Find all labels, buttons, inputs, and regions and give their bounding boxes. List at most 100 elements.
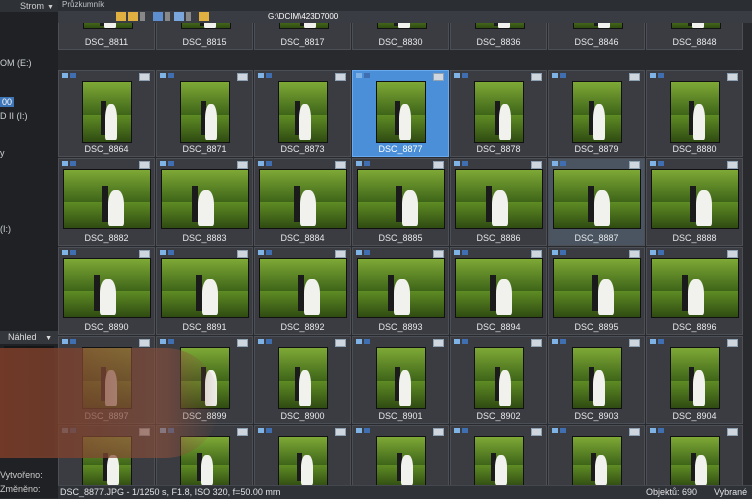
thumbnail-cell[interactable]: DSC_8900: [254, 336, 351, 424]
thumbnail-cell[interactable]: [254, 425, 351, 485]
tree-item[interactable]: 00: [0, 97, 15, 107]
thumbnail-cell[interactable]: [352, 425, 449, 485]
tag-icon[interactable]: [139, 250, 150, 258]
tree-item[interactable]: (I:): [0, 224, 11, 234]
tag-icon[interactable]: [629, 250, 640, 258]
thumbnail-cell[interactable]: DSC_8891: [156, 247, 253, 335]
thumbnail-cell[interactable]: DSC_8830: [352, 23, 449, 50]
thumbnail-cell[interactable]: DSC_8893: [352, 247, 449, 335]
thumbnail-cell[interactable]: DSC_8901: [352, 336, 449, 424]
thumbnail-cell[interactable]: DSC_8890: [58, 247, 155, 335]
thumbnail-cell[interactable]: [450, 425, 547, 485]
thumbnail-cell[interactable]: DSC_8877: [352, 70, 449, 157]
tag-icon[interactable]: [139, 161, 150, 169]
tag-icon[interactable]: [727, 250, 738, 258]
tag-icon[interactable]: [531, 428, 542, 436]
thumbnail-cell[interactable]: DSC_8880: [646, 70, 743, 157]
thumbnail-cell[interactable]: DSC_8887: [548, 158, 645, 246]
tag-icon[interactable]: [531, 161, 542, 169]
thumbnail-cell[interactable]: DSC_8836: [450, 23, 547, 50]
chevron-down-icon[interactable]: ▼: [45, 335, 52, 342]
sort-icon[interactable]: [153, 12, 163, 21]
thumbnail-cell[interactable]: DSC_8864: [58, 70, 155, 157]
tag-icon[interactable]: [629, 161, 640, 169]
tag-icon[interactable]: [335, 73, 346, 81]
tag-icon[interactable]: [433, 428, 444, 436]
tag-icon[interactable]: [237, 73, 248, 81]
thumbnail-cell[interactable]: DSC_8878: [450, 70, 547, 157]
tag-icon[interactable]: [139, 339, 150, 347]
thumbnail-cell[interactable]: DSC_8895: [548, 247, 645, 335]
tag-icon[interactable]: [237, 250, 248, 258]
thumbnail-cell[interactable]: [646, 425, 743, 485]
bride-figure: [399, 369, 411, 406]
thumbnail-filename: DSC_8902: [476, 411, 521, 421]
tag-icon[interactable]: [335, 428, 346, 436]
tag-icon[interactable]: [629, 339, 640, 347]
tag-icon[interactable]: [237, 339, 248, 347]
folder-up-icon[interactable]: [128, 12, 138, 21]
tag-icon[interactable]: [727, 339, 738, 347]
photo-thumbnail: [376, 436, 426, 485]
tag-icon[interactable]: [629, 428, 640, 436]
thumbnail-cell[interactable]: DSC_8815: [156, 23, 253, 50]
preview-panel-header[interactable]: Náhled ▼: [0, 331, 58, 344]
thumbnail-cell[interactable]: DSC_8894: [450, 247, 547, 335]
thumbnail-cell[interactable]: DSC_8886: [450, 158, 547, 246]
info-icon: [560, 161, 566, 166]
thumbnail-cell[interactable]: DSC_8811: [58, 23, 155, 50]
tag-icon[interactable]: [629, 73, 640, 81]
tag-icon[interactable]: [433, 73, 444, 81]
tag-icon[interactable]: [237, 161, 248, 169]
chevron-down-icon[interactable]: [165, 12, 170, 21]
thumbnail-cell[interactable]: DSC_8879: [548, 70, 645, 157]
thumbnail-cell[interactable]: [548, 425, 645, 485]
chevron-down-icon[interactable]: [140, 12, 145, 21]
thumbnail-cell[interactable]: DSC_8885: [352, 158, 449, 246]
thumbnail-cell[interactable]: DSC_8873: [254, 70, 351, 157]
thumbnail-filename: DSC_8882: [84, 233, 129, 243]
tag-icon[interactable]: [139, 73, 150, 81]
thumbnail-cell[interactable]: DSC_8846: [548, 23, 645, 50]
thumbnail-cell[interactable]: DSC_8871: [156, 70, 253, 157]
status-bar: DSC_8877.JPG - 1/1250 s, F1.8, ISO 320, …: [58, 485, 752, 499]
tag-icon[interactable]: [433, 250, 444, 258]
tag-icon[interactable]: [727, 428, 738, 436]
tree-item[interactable]: y: [0, 148, 5, 158]
tag-icon[interactable]: [727, 161, 738, 169]
bride-figure: [696, 190, 712, 226]
thumbnail-filename: DSC_8880: [672, 144, 717, 154]
thumbnail-cell[interactable]: DSC_8884: [254, 158, 351, 246]
tag-icon[interactable]: [433, 161, 444, 169]
tag-icon[interactable]: [531, 73, 542, 81]
photo-thumbnail: [357, 258, 445, 318]
thumbnail-cell[interactable]: DSC_8896: [646, 247, 743, 335]
tag-icon[interactable]: [433, 339, 444, 347]
thumbnail-cell[interactable]: DSC_8888: [646, 158, 743, 246]
thumbnail-cell[interactable]: DSC_8817: [254, 23, 351, 50]
chevron-down-icon[interactable]: [186, 12, 191, 21]
thumbnail-cell[interactable]: DSC_8848: [646, 23, 743, 50]
chevron-down-icon[interactable]: ▼: [47, 4, 54, 11]
tag-icon[interactable]: [335, 339, 346, 347]
thumbnail-cell[interactable]: DSC_8892: [254, 247, 351, 335]
view-mode-icon[interactable]: [174, 12, 184, 21]
thumbnail-filename: DSC_8830: [378, 37, 423, 47]
tree-item[interactable]: D II (I:): [0, 111, 28, 121]
tree-panel-header[interactable]: Strom ▼: [0, 0, 58, 12]
tag-icon[interactable]: [335, 161, 346, 169]
photo-thumbnail: [651, 169, 739, 229]
tree-item[interactable]: OM (E:): [0, 58, 32, 68]
tag-icon[interactable]: [237, 428, 248, 436]
folder-icon[interactable]: [116, 12, 126, 21]
tag-icon[interactable]: [531, 250, 542, 258]
thumbnail-cell[interactable]: DSC_8902: [450, 336, 547, 424]
thumbnail-cell[interactable]: DSC_8882: [58, 158, 155, 246]
tag-icon[interactable]: [531, 339, 542, 347]
thumbnail-cell[interactable]: DSC_8904: [646, 336, 743, 424]
tag-icon[interactable]: [727, 73, 738, 81]
thumbnail-cell[interactable]: DSC_8883: [156, 158, 253, 246]
path-field[interactable]: G:\DCIM\423D7000: [268, 12, 338, 21]
thumbnail-cell[interactable]: DSC_8903: [548, 336, 645, 424]
tag-icon[interactable]: [335, 250, 346, 258]
